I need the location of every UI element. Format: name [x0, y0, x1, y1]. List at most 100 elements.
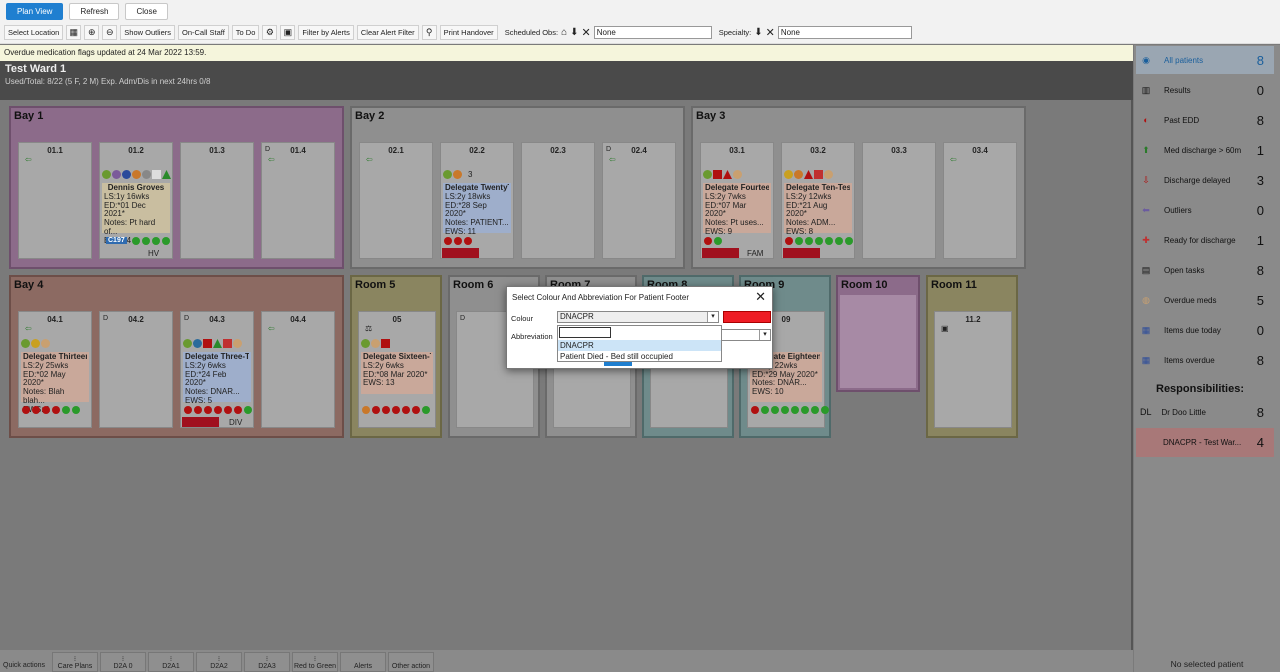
filter-outliers[interactable]: ⬅ Outliers 0 — [1136, 196, 1274, 224]
filter-all-patients[interactable]: ◉ All patients 8 — [1136, 46, 1274, 74]
lock-icon[interactable]: ▣ — [280, 25, 296, 40]
filter-past-edd[interactable]: ◐ Past EDD 8 — [1136, 106, 1274, 134]
bed-number: 05 — [392, 315, 402, 324]
bed[interactable]: 02.2 3 Delegate TwentyTw LS:2y 18wks ED:… — [440, 142, 514, 259]
bed[interactable]: 05 ⚖ Delegate Sixteen-T LS:2y 6wks ED:*0… — [358, 311, 436, 428]
exit-icon: ⇦ — [25, 324, 32, 333]
bed[interactable]: 01.1 ⇦ — [18, 142, 92, 259]
dnacpr-item[interactable]: DNACPR - Test War... 4 — [1136, 428, 1274, 457]
no-selected-patient: No selected patient — [1134, 650, 1280, 672]
colour-select[interactable]: DNACPR ▾ — [557, 311, 719, 323]
filter-med-discharge[interactable]: ⬆ Med discharge > 60m 1 — [1136, 136, 1274, 164]
chevron-down-icon[interactable]: ▾ — [759, 330, 770, 340]
clear-icon[interactable]: ✕ — [766, 26, 775, 39]
patient-info[interactable]: Delegate Sixteen-T LS:2y 6wks ED:*08 Mar… — [361, 352, 433, 394]
triangle-icon — [213, 339, 222, 348]
bed[interactable]: 03.3 — [862, 142, 936, 259]
dropdown-blank-option[interactable] — [559, 327, 611, 338]
print-handover-button[interactable]: Print Handover — [439, 25, 498, 40]
patient-info[interactable]: Delegate Fourteen- LS:2y 7wks ED:*07 Mar… — [703, 183, 771, 236]
bed[interactable]: D 01.4 ⇦ — [261, 142, 335, 259]
patient-notes: Notes: Blah blah... — [23, 387, 65, 405]
handover-icon[interactable]: ⚲ — [421, 25, 437, 40]
bed[interactable]: 01.3 — [180, 142, 254, 259]
filter-open-tasks[interactable]: ▤ Open tasks 8 — [1136, 256, 1274, 284]
bed[interactable]: 04.1 ⇦ Delegate Thirteen-T LS:2y 25wks E… — [18, 311, 92, 428]
dropdown-option[interactable]: Patient Died - Bed still occupied — [558, 351, 721, 362]
filter-overdue-meds[interactable]: ◍ Overdue meds 5 — [1136, 286, 1274, 314]
dropdown-option[interactable]: DNACPR — [558, 340, 721, 351]
bed[interactable]: 04.4 ⇦ — [261, 311, 335, 428]
bed[interactable]: D 04.3 Delegate Three-Tes LS:2y 6wks ED:… — [180, 311, 254, 428]
action-icon: ⁝ — [313, 656, 317, 663]
filter-discharge-delayed[interactable]: ⇩ Discharge delayed 3 — [1136, 166, 1274, 194]
triangle-icon — [162, 170, 171, 179]
scheduled-obs-input[interactable]: None — [593, 26, 712, 39]
alerts-button[interactable]: Alerts — [340, 652, 386, 672]
footer-text: DIV — [229, 418, 243, 427]
refresh-button[interactable]: Refresh — [69, 2, 120, 20]
bed[interactable]: 11.2 ▣ — [934, 311, 1012, 428]
select-location-button[interactable]: Select Location — [4, 25, 64, 40]
colour-swatch[interactable] — [723, 311, 771, 323]
dnacpr-count: 4 — [1256, 435, 1264, 450]
filter-results[interactable]: ▥ Results 0 — [1136, 76, 1274, 104]
d2a3-button[interactable]: ⁝ D2A3 — [244, 652, 290, 672]
close-button[interactable]: Close — [125, 2, 168, 20]
zoom-out-icon[interactable]: ⊖ — [102, 25, 118, 40]
alert-icon — [193, 339, 202, 348]
specialty-input[interactable]: None — [777, 26, 912, 39]
to-do-button[interactable]: To Do — [231, 25, 260, 40]
responsibility-count: 8 — [1256, 404, 1264, 420]
patient-info[interactable]: Dennis Groves LS:1y 16wks ED:*01 Dec 202… — [102, 183, 170, 245]
bed[interactable]: 01.2 Dennis Groves LS:1y 16wks ED:*01 De… — [99, 142, 173, 259]
care-plans-button[interactable]: ⁝ Care Plans — [52, 652, 98, 672]
bay-title: Bay 1 — [14, 110, 44, 122]
red-to-green-button[interactable]: ⁝ Red to Green — [292, 652, 338, 672]
filter-label: Outliers — [1164, 205, 1192, 215]
room-area[interactable] — [840, 295, 916, 388]
bed[interactable]: 03.4 ⇦ — [943, 142, 1017, 259]
bed-number: 04.1 — [47, 315, 63, 324]
patient-info[interactable]: Delegate Ten-TestP LS:2y 12wks ED:*21 Au… — [784, 183, 852, 236]
filter-items-overdue[interactable]: ▦ Items overdue 8 — [1136, 346, 1274, 374]
patient-icons — [784, 170, 833, 179]
patient-info[interactable]: Delegate TwentyTw LS:2y 18wks ED:*28 Sep… — [443, 183, 511, 236]
close-icon[interactable]: ✕ — [755, 289, 766, 305]
triangle-icon — [723, 170, 732, 179]
bed[interactable]: 02.3 — [521, 142, 595, 259]
patient-icons — [102, 170, 171, 179]
bed-number: 02.1 — [388, 146, 404, 155]
responsibility-item[interactable]: DL Dr Doo Little 8 — [1136, 398, 1274, 426]
clear-alert-filter-button[interactable]: Clear Alert Filter — [356, 25, 419, 40]
clear-icon[interactable]: ✕ — [582, 26, 591, 39]
patient-info[interactable]: Delegate Three-Tes LS:2y 6wks ED:*24 Feb… — [183, 352, 251, 405]
zoom-in-icon[interactable]: ⊕ — [84, 25, 100, 40]
bed[interactable]: D 02.4 ⇦ — [602, 142, 676, 259]
filter-items-due-today[interactable]: ▦ Items due today 0 — [1136, 316, 1274, 344]
gear-icon[interactable]: ⚙ — [262, 25, 278, 40]
download-icon[interactable]: ⬇ — [754, 27, 762, 38]
filter-alerts-button[interactable]: Filter by Alerts — [298, 25, 354, 40]
download-icon[interactable]: ⬇ — [570, 27, 578, 38]
alert-icon — [361, 339, 370, 348]
action-icon: ⁝ — [217, 656, 221, 663]
chevron-down-icon[interactable]: ▾ — [707, 312, 718, 322]
bed[interactable]: 03.1 Delegate Fourteen- LS:2y 7wks ED:*0… — [700, 142, 774, 259]
bed[interactable]: 03.2 Delegate Ten-TestP LS:2y 12wks ED:*… — [781, 142, 855, 259]
d2a1-button[interactable]: ⁝ D2A1 — [148, 652, 194, 672]
home-icon[interactable]: ⌂ — [561, 27, 567, 38]
d2a0-button[interactable]: ⁝ D2A 0 — [100, 652, 146, 672]
plan-view-button[interactable]: Plan View — [6, 2, 64, 20]
action-label: D2A 0 — [113, 663, 133, 670]
room-title: Room 5 — [355, 279, 396, 291]
show-outliers-button[interactable]: Show Outliers — [120, 25, 175, 40]
bed[interactable]: D 04.2 — [99, 311, 173, 428]
on-call-staff-button[interactable]: On-Call Staff — [177, 25, 229, 40]
folder-icon[interactable]: ▦ — [66, 25, 82, 40]
patient-info[interactable]: Delegate Thirteen-T LS:2y 25wks ED:*02 M… — [21, 352, 89, 414]
filter-ready-discharge[interactable]: ✚ Ready for discharge 1 — [1136, 226, 1274, 254]
d2a2-button[interactable]: ⁝ D2A2 — [196, 652, 242, 672]
other-action-button[interactable]: Other action — [388, 652, 434, 672]
bed[interactable]: 02.1 ⇦ — [359, 142, 433, 259]
